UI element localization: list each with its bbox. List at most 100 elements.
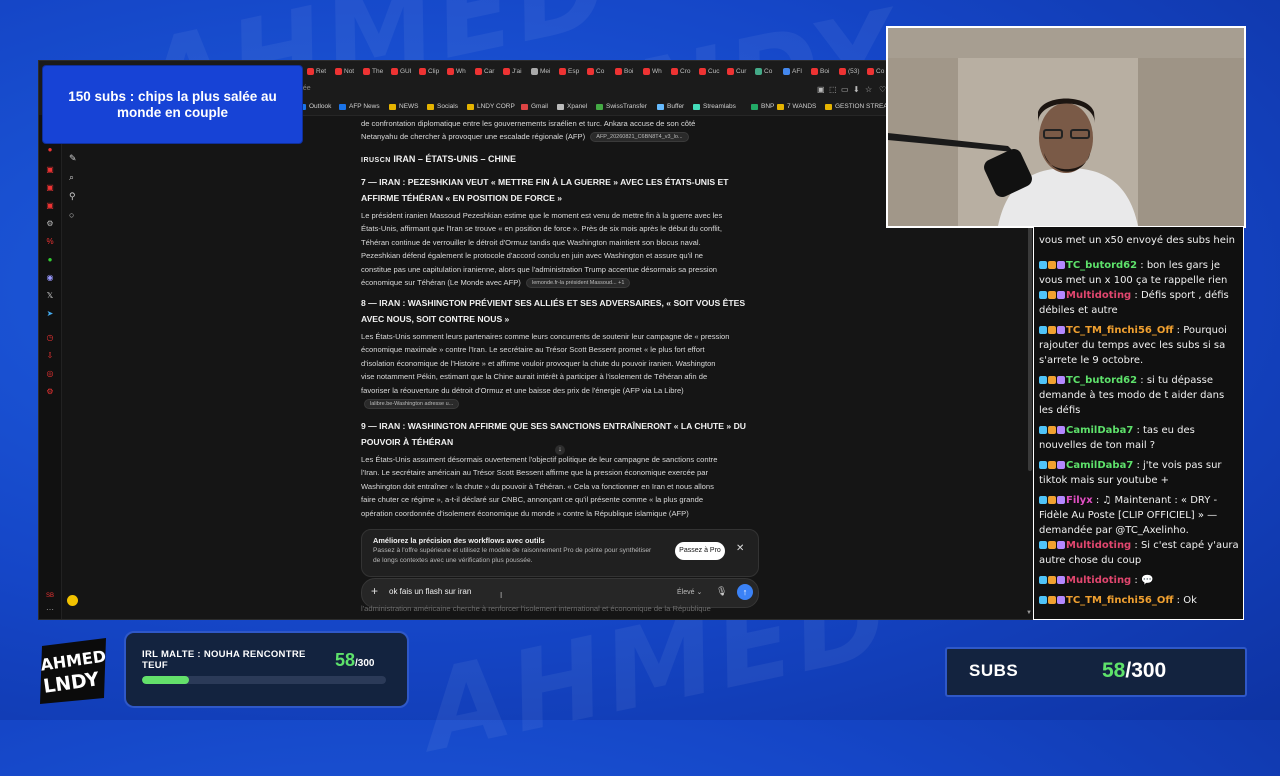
chat-badge-icon [1039,596,1047,604]
folder-icon [339,103,346,110]
close-icon[interactable]: ✕ [736,543,744,554]
chat-username[interactable]: CamilDaba7 [1066,425,1133,436]
screenshot-icon[interactable]: ⬚ [829,85,837,94]
bookmark-label: LNDY CORP [477,103,515,110]
app-icon[interactable]: % [45,237,55,247]
chat-username[interactable]: CamilDaba7 [1066,460,1133,471]
browser-tab[interactable]: The [363,65,383,77]
bookmark-item[interactable]: Xpanel [557,103,587,110]
app-icon[interactable]: ● [45,145,55,155]
bookmark-item[interactable]: GESTION STREAM [825,103,893,110]
bookmark-item[interactable]: AFP News [339,103,380,110]
search-icon[interactable]: ⌕ [69,172,74,183]
browser-tab[interactable]: Wh [643,65,662,77]
bookmark-item[interactable]: BNP [751,103,774,110]
discord-icon[interactable]: ◉ [45,273,55,283]
bookmark-item[interactable]: Streamlabs [693,103,736,110]
chat-username[interactable]: TC_TM_finchi56_Off [1066,595,1173,606]
app-icon[interactable]: SB [45,591,55,601]
browser-tab[interactable]: Co [867,65,884,77]
circle-icon[interactable]: ○ [69,210,74,220]
browser-tab[interactable]: Cur [727,65,746,77]
chat-message: Filyx : ♫ Maintenant : « DRY - Fidèle Au… [1039,493,1239,538]
chat-username[interactable]: TC_butord62 [1066,260,1137,271]
telegram-icon[interactable]: ➤ [45,309,55,319]
browser-tab[interactable]: Boi [615,65,633,77]
edit-icon[interactable]: ✎ [69,153,77,164]
bookmark-item[interactable]: LNDY CORP [467,103,515,110]
source-chip[interactable]: AFP_20260821_C6BN8T4_v3_lo... [590,132,689,143]
bookmark-label: AFP News [349,103,380,110]
app-icon[interactable]: ▣ [45,183,55,193]
bookmark-star-icon[interactable]: ☆ [865,85,872,94]
browser-tab[interactable]: Mei [531,65,550,77]
history-icon[interactable]: ◷ [45,333,55,343]
chat-username[interactable]: Multidoting [1066,540,1131,551]
browser-tab[interactable]: Co [587,65,604,77]
downloads-icon[interactable]: ⇩ [45,351,55,361]
browser-tab[interactable]: Not [335,65,354,77]
section-tag: IRUSCN [361,157,391,164]
reader-icon[interactable]: ▭ [841,85,849,94]
banner-text: 150 subs : chips la plus salée au monde … [68,89,277,120]
settings-icon[interactable]: ⚙ [45,219,55,229]
more-icon[interactable]: ⋯ [45,605,55,615]
tab-label: Cuc [708,67,720,75]
browser-tab[interactable]: Clip [419,65,439,77]
text-line: vise notamment Pékin, estimant que la Ch… [361,372,708,382]
browser-tab[interactable]: Co [755,65,772,77]
chat-username[interactable]: TC_butord62 [1066,375,1137,386]
bookmark-item[interactable]: Socials [427,103,458,110]
bookmark-item[interactable]: 7 WANDS [777,103,816,110]
chat-badge-icon [1048,376,1056,384]
app-icon[interactable]: ▣ [45,165,55,175]
app-icon[interactable]: ▣ [45,201,55,211]
article-paragraph: de confrontation diplomatique entre les … [361,117,759,144]
avatar[interactable] [67,595,78,606]
folder-icon [825,103,832,110]
browser-tab[interactable]: Boi [811,65,829,77]
scroll-down-button[interactable]: ↓ [555,445,565,455]
chat-username[interactable]: Filyx [1066,495,1093,506]
upgrade-pro-button[interactable]: Passez à Pro [675,542,725,560]
settings-icon[interactable]: ⚙ [45,387,55,397]
browser-tab[interactable]: AFI [783,65,802,77]
chat-badge-icon [1048,576,1056,584]
chat-username[interactable]: TC_TM_finchi56_Off [1066,325,1173,336]
app-icon[interactable]: ◎ [45,369,55,379]
browser-tab[interactable]: Cro [671,65,690,77]
browser-tab[interactable]: J'ai [503,65,522,77]
send-button[interactable]: ↑ [737,584,753,600]
x-icon[interactable]: 𝕏 [45,291,55,301]
browser-tab[interactable]: Wh [447,65,466,77]
bookmark-item[interactable]: SwissTransfer [596,103,647,110]
extensions-icon[interactable]: ▣ [817,85,825,94]
bookmark-item[interactable]: Outlook [299,103,331,110]
pin-icon[interactable]: ⚲ [69,191,76,202]
download-icon[interactable]: ⬇ [853,85,860,94]
source-chip[interactable]: lalibre.be-Washington adresse u... [364,399,460,410]
browser-tab[interactable]: Ret [307,65,326,77]
browser-tab[interactable]: GUI [391,65,412,77]
browser-tab[interactable]: Cuc [699,65,720,77]
source-chip[interactable]: lemonde.fr-la président Massoud... +1 [525,278,631,289]
browser-tab[interactable]: (53) [839,65,860,77]
bookmark-item[interactable]: Gmail [521,103,548,110]
bookmark-label: SwissTransfer [606,103,647,110]
prompt-text[interactable]: ok fais un flash sur iran [389,587,471,596]
chat-badge-icon [1039,496,1047,504]
bookmark-item[interactable]: NEWS [389,103,419,110]
scroll-down-arrow-icon[interactable]: ▼ [1026,610,1032,616]
text-line: Pezeshkian défend également le protocole… [361,251,704,261]
bookmark-item[interactable]: Buffer [657,103,684,110]
chat-username[interactable]: Multidoting [1066,575,1131,586]
add-icon[interactable]: + [371,584,378,598]
browser-tab[interactable]: Esp [559,65,579,77]
model-selector[interactable]: Élevé ⌄ [677,588,702,596]
tab-label: (53) [848,67,860,75]
chat-username[interactable]: Multidoting [1066,290,1131,301]
browser-tab[interactable]: Car [475,65,494,77]
whatsapp-icon[interactable]: ● [45,255,55,265]
bookmark-label: Socials [437,103,458,110]
microphone-icon[interactable]: 🎙 [716,586,727,597]
